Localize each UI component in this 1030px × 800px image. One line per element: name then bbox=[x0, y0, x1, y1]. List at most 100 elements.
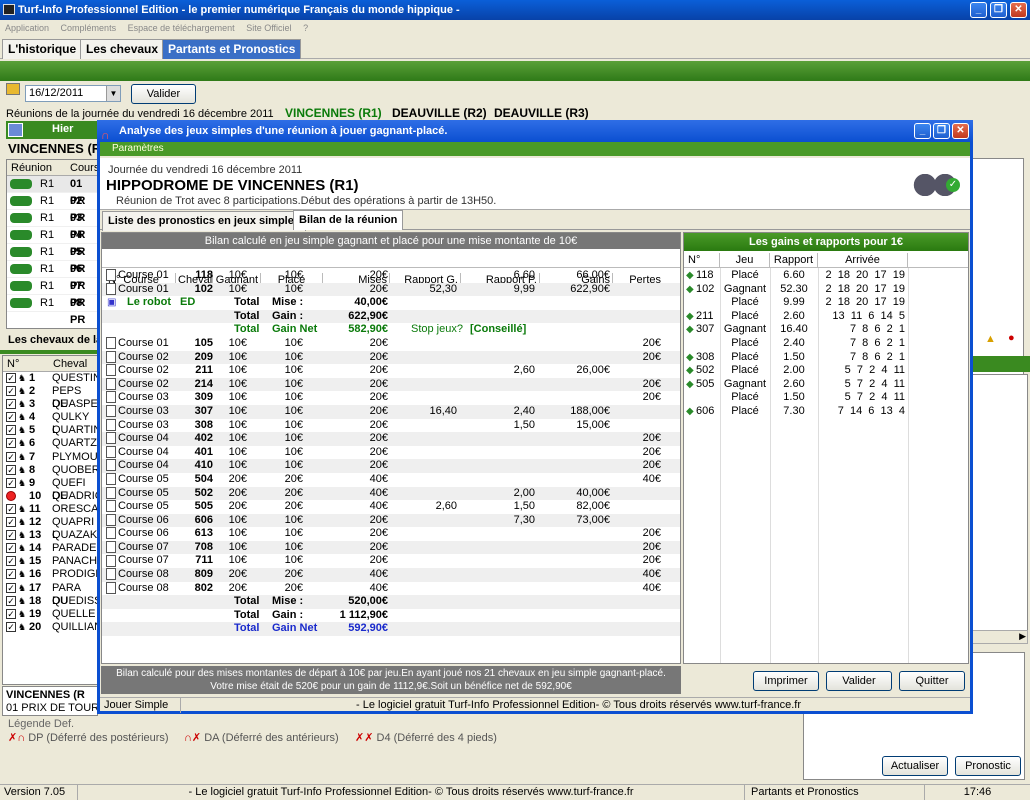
gains-row[interactable]: ◆ 102 Gagnant 52.30 2 18 20 17 19 bbox=[684, 283, 968, 297]
checkbox[interactable]: ✓ bbox=[6, 425, 16, 436]
reunion-r2[interactable]: DEAUVILLE (R2) bbox=[392, 106, 487, 120]
horse-row[interactable]: ✓ ♞ 6 QUARTZ bbox=[3, 437, 97, 450]
course-row[interactable]: R1 07 PR bbox=[7, 278, 97, 309]
reunion-r1[interactable]: VINCENNES (R1) bbox=[285, 106, 382, 120]
close-button[interactable]: ✕ bbox=[1010, 2, 1027, 18]
course-row[interactable]: R1 05 PR bbox=[7, 244, 97, 275]
gains-row[interactable]: ◆ 307 Gagnant 16.40 7 8 6 2 1 bbox=[684, 323, 968, 337]
menu-complements[interactable]: Compléments bbox=[61, 23, 117, 33]
checkbox[interactable]: ✓ bbox=[6, 621, 16, 632]
gains-row[interactable]: Placé 2.40 7 8 6 2 1 bbox=[684, 337, 968, 351]
tab-partants[interactable]: Partants et Pronostics bbox=[162, 39, 302, 59]
bilan-row[interactable]: Course 05 502 20€ 20€ 40€ 2,00 40,00€ bbox=[102, 486, 680, 501]
checkbox[interactable]: ✓ bbox=[6, 464, 16, 475]
horse-row[interactable]: ✓ ♞ 3 QUASPE bbox=[3, 398, 98, 411]
horse-row[interactable]: ✓ ♞ 8 QUOBER bbox=[3, 464, 100, 477]
horse-row[interactable]: ✓ ♞ 17 PARA DU bbox=[3, 582, 97, 607]
dialog-close-button[interactable]: ✕ bbox=[952, 123, 969, 139]
imprimer-button[interactable]: Imprimer bbox=[753, 671, 819, 691]
gcol-arrivee[interactable]: Arrivée bbox=[818, 253, 908, 267]
checkbox[interactable]: ✓ bbox=[6, 438, 16, 449]
bilan-row[interactable]: Course 04 410 10€ 10€ 20€ 20€ bbox=[102, 459, 680, 473]
chevron-right-icon[interactable]: ▶ bbox=[1019, 631, 1026, 642]
bilan-row[interactable]: Course 05 505 20€ 20€ 40€ 2,60 1,50 82,00€ bbox=[102, 500, 680, 514]
horizontal-scrollbar[interactable]: ▶ bbox=[972, 630, 1028, 644]
checkbox[interactable]: ✓ bbox=[6, 517, 16, 528]
course-row[interactable]: R1 04 PR bbox=[7, 227, 97, 258]
reunion-r3[interactable]: DEAUVILLE (R3) bbox=[494, 106, 589, 120]
alert-icon[interactable]: ● bbox=[1008, 332, 1015, 344]
remove-icon[interactable] bbox=[6, 490, 16, 501]
course-row[interactable]: R1 03 PR bbox=[7, 210, 97, 241]
horse-row[interactable]: ✓ ♞ 4 QULKY L bbox=[3, 411, 97, 436]
bilan-row[interactable]: Course 07 708 10€ 10€ 20€ 20€ bbox=[102, 540, 680, 555]
minimize-button[interactable]: _ bbox=[970, 2, 987, 18]
date-field[interactable]: 16/12/2011 ▼ bbox=[25, 85, 121, 102]
horse-row[interactable]: ✓ ♞ 2 PEPS DE bbox=[3, 385, 97, 410]
tab-bilan[interactable]: Bilan de la réunion bbox=[293, 210, 404, 230]
gains-row[interactable]: Placé 9.99 2 18 20 17 19 bbox=[684, 296, 968, 310]
checkbox[interactable]: ✓ bbox=[6, 399, 16, 410]
bilan-row[interactable]: Course 07 711 10€ 10€ 20€ 20€ bbox=[102, 554, 680, 568]
checkbox[interactable]: ✓ bbox=[6, 556, 16, 567]
dialog-minimize-button[interactable]: _ bbox=[914, 123, 931, 139]
gains-row[interactable]: ◆ 606 Placé 7.30 7 14 6 13 4 bbox=[684, 405, 968, 419]
maximize-button[interactable]: ❐ bbox=[990, 2, 1007, 18]
bilan-row[interactable]: Course 01 105 10€ 10€ 20€ 20€ bbox=[102, 337, 680, 351]
course-row[interactable]: R1 06 PR bbox=[7, 261, 97, 292]
pronostic-button[interactable]: Pronostic bbox=[955, 756, 1021, 776]
horse-row[interactable]: ✓ ♞ 18 QUEDISS bbox=[3, 595, 102, 608]
horse-row[interactable]: ✓ ♞ 12 QUAPRI L bbox=[3, 516, 97, 541]
checkbox[interactable]: ✓ bbox=[6, 373, 16, 383]
horse-row[interactable]: ✓ ♞ 20 QUILLIAN bbox=[3, 621, 102, 634]
horse-row[interactable]: ✓ ♞ 19 QUELLE bbox=[3, 608, 97, 621]
calendar-icon[interactable] bbox=[6, 83, 20, 95]
bilan-row[interactable]: Course 02 211 10€ 10€ 20€ 2,60 26,00€ bbox=[102, 364, 680, 378]
gains-row[interactable]: ◆ 118 Placé 6.60 2 18 20 17 19 bbox=[684, 269, 968, 283]
gains-row[interactable]: ◆ 505 Gagnant 2.60 5 7 2 4 11 bbox=[684, 378, 968, 392]
menu-telechargement[interactable]: Espace de téléchargement bbox=[128, 23, 235, 33]
bilan-row[interactable]: Course 06 613 10€ 10€ 20€ 20€ bbox=[102, 527, 680, 541]
course-row[interactable]: R1 08 PR bbox=[7, 295, 97, 326]
bilan-row[interactable]: Course 03 307 10€ 10€ 20€ 16,40 2,40 188,00€ bbox=[102, 404, 680, 419]
checkbox[interactable]: ✓ bbox=[6, 595, 16, 606]
checkbox[interactable]: ✓ bbox=[6, 412, 16, 423]
checkbox[interactable]: ✓ bbox=[6, 608, 16, 619]
gcol-rapport[interactable]: Rapport bbox=[770, 253, 818, 267]
parametres-menu[interactable]: Paramètres bbox=[100, 142, 970, 156]
course-row[interactable]: R1 01 PR bbox=[7, 176, 97, 207]
checkbox[interactable]: ✓ bbox=[6, 582, 16, 593]
checkbox[interactable]: ✓ bbox=[6, 503, 16, 514]
course-row[interactable]: R1 02 PR bbox=[7, 193, 97, 224]
chevron-down-icon[interactable]: ▼ bbox=[106, 86, 120, 101]
gcol-jeu[interactable]: Jeu bbox=[720, 253, 770, 267]
checkbox[interactable]: ✓ bbox=[6, 386, 16, 397]
bilan-row[interactable]: Course 08 809 20€ 20€ 40€ 40€ bbox=[102, 568, 680, 582]
menu-site[interactable]: Site Officiel bbox=[246, 23, 291, 33]
date-valider-button[interactable]: Valider bbox=[131, 84, 196, 104]
gains-row[interactable]: ◆ 502 Placé 2.00 5 7 2 4 11 bbox=[684, 364, 968, 378]
menu-help[interactable]: ? bbox=[303, 23, 308, 33]
bilan-row[interactable]: Course 03 308 10€ 10€ 20€ 1,50 15,00€ bbox=[102, 419, 680, 433]
bell-icon[interactable]: ▲ bbox=[985, 333, 996, 345]
horse-row[interactable]: ✓ ♞ 16 PRODIGE bbox=[3, 568, 103, 581]
bilan-row[interactable]: Course 06 606 10€ 10€ 20€ 7,30 73,00€ bbox=[102, 513, 680, 528]
bilan-row[interactable]: Course 02 209 10€ 10€ 20€ 20€ bbox=[102, 350, 680, 365]
bilan-row[interactable]: Course 05 504 20€ 20€ 40€ 40€ bbox=[102, 473, 680, 487]
actualiser-button[interactable]: Actualiser bbox=[882, 756, 948, 776]
horse-row[interactable]: ✓ ♞ 7 PLYMOU bbox=[3, 451, 98, 464]
tab-liste-pronostics[interactable]: Liste des pronostics en jeux simples bbox=[102, 211, 306, 231]
horse-row[interactable]: ✓ ♞ 11 ORESCA bbox=[3, 503, 98, 516]
checkbox[interactable]: ✓ bbox=[6, 530, 16, 541]
menu-application[interactable]: Application bbox=[5, 23, 49, 33]
gcol-n[interactable]: N° bbox=[686, 253, 720, 267]
calendar-icon[interactable] bbox=[8, 123, 23, 137]
bilan-row[interactable]: Course 04 402 10€ 10€ 20€ 20€ bbox=[102, 432, 680, 446]
checkbox[interactable]: ✓ bbox=[6, 569, 16, 580]
checkbox[interactable]: ✓ bbox=[6, 451, 16, 462]
horse-row[interactable]: ✓ ♞ 14 PARADE bbox=[3, 542, 97, 555]
checkbox[interactable]: ✓ bbox=[6, 477, 16, 488]
horse-row[interactable]: ✓ ♞ 5 QUARTIN bbox=[3, 424, 101, 437]
horse-row[interactable]: ✓ ♞ 1 QUESTIN bbox=[3, 372, 101, 385]
horse-row[interactable]: ✓ ♞ 9 QUEFI DE bbox=[3, 477, 97, 502]
